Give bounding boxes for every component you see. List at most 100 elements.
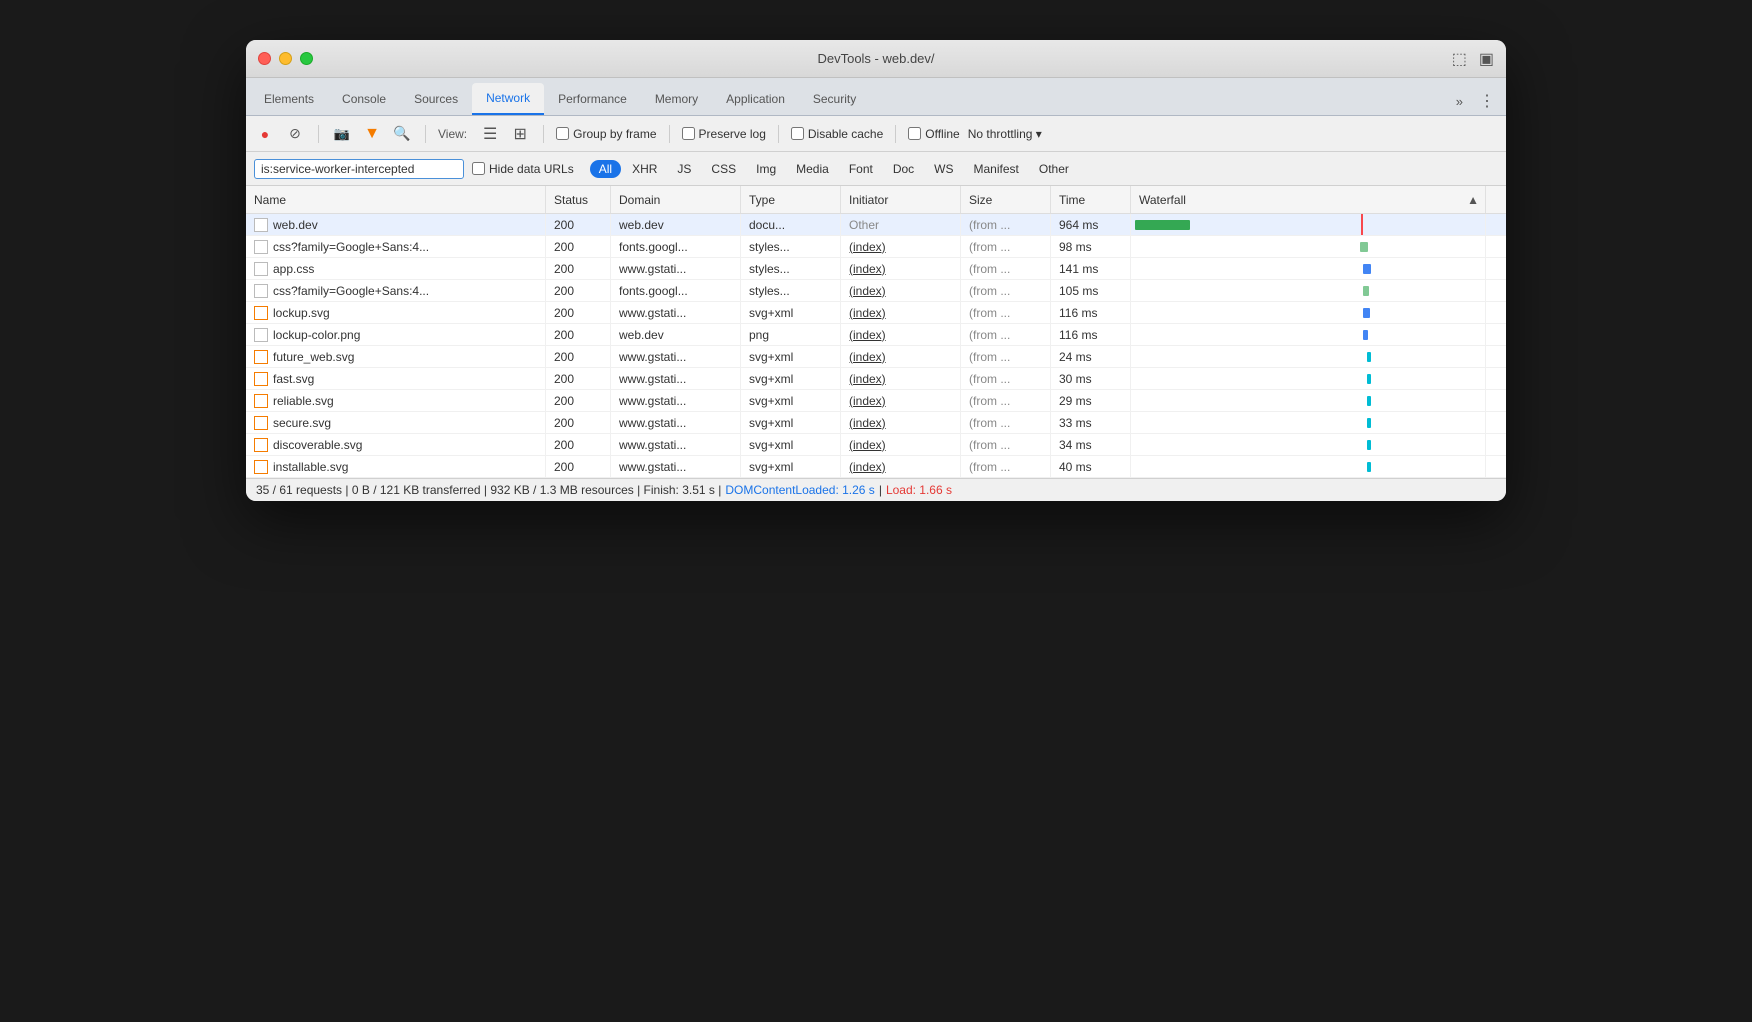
preserve-log-group: Preserve log (682, 127, 766, 141)
type-manifest[interactable]: Manifest (965, 160, 1028, 178)
td-waterfall (1131, 236, 1486, 257)
tab-elements[interactable]: Elements (250, 83, 328, 115)
td-domain: www.gstati... (611, 390, 741, 411)
td-initiator: (index) (841, 302, 961, 323)
separator-1 (318, 125, 319, 143)
th-type[interactable]: Type (741, 186, 841, 213)
tab-sources[interactable]: Sources (400, 83, 472, 115)
th-initiator[interactable]: Initiator (841, 186, 961, 213)
type-all[interactable]: All (590, 160, 621, 178)
tab-application[interactable]: Application (712, 83, 799, 115)
grid-view-button[interactable]: ⊞ (509, 123, 531, 145)
td-name: lockup.svg (246, 302, 546, 323)
th-status[interactable]: Status (546, 186, 611, 213)
menu-button[interactable]: ⋮ (1473, 87, 1502, 115)
devtools-inspect-icon[interactable]: ⬚ (1452, 49, 1467, 69)
td-status: 200 (546, 258, 611, 279)
separator-3 (543, 125, 544, 143)
table-row[interactable]: installable.svg 200 www.gstati... svg+xm… (246, 456, 1506, 478)
network-table: Name Status Domain Type Initiator Size T… (246, 186, 1506, 478)
list-view-button[interactable]: ☰ (479, 123, 501, 145)
stop-button[interactable]: ⊘ (284, 123, 306, 145)
table-row[interactable]: lockup-color.png 200 web.dev png (index)… (246, 324, 1506, 346)
th-time[interactable]: Time (1051, 186, 1131, 213)
search-button[interactable]: 🔍 (391, 123, 413, 145)
hide-data-urls-checkbox[interactable] (472, 162, 485, 175)
minimize-button[interactable] (279, 52, 292, 65)
offline-label: Offline (925, 127, 959, 141)
offline-checkbox[interactable] (908, 127, 921, 140)
tab-console[interactable]: Console (328, 83, 400, 115)
file-icon (254, 460, 268, 474)
tabs-bar: Elements Console Sources Network Perform… (246, 78, 1506, 116)
type-img[interactable]: Img (747, 160, 785, 178)
type-js[interactable]: JS (668, 160, 700, 178)
tab-security[interactable]: Security (799, 83, 870, 115)
preserve-log-checkbox[interactable] (682, 127, 695, 140)
tab-performance[interactable]: Performance (544, 83, 641, 115)
group-by-frame-checkbox[interactable] (556, 127, 569, 140)
camera-button[interactable]: 📷 (331, 123, 353, 145)
td-domain: www.gstati... (611, 346, 741, 367)
td-time: 116 ms (1051, 302, 1131, 323)
td-time: 30 ms (1051, 368, 1131, 389)
td-type: styles... (741, 280, 841, 301)
td-time: 40 ms (1051, 456, 1131, 477)
table-row[interactable]: app.css 200 www.gstati... styles... (ind… (246, 258, 1506, 280)
th-name[interactable]: Name (246, 186, 546, 213)
td-size: (from ... (961, 236, 1051, 257)
more-tabs-button[interactable]: » (1450, 90, 1469, 113)
type-css[interactable]: CSS (702, 160, 745, 178)
table-row[interactable]: web.dev 200 web.dev docu... Other (from … (246, 214, 1506, 236)
titlebar: DevTools - web.dev/ ⬚ ▣ (246, 40, 1506, 78)
filter-row: Hide data URLs All XHR JS CSS Img Media … (246, 152, 1506, 186)
record-button[interactable]: ● (254, 123, 276, 145)
file-icon (254, 328, 268, 342)
maximize-button[interactable] (300, 52, 313, 65)
table-row[interactable]: css?family=Google+Sans:4... 200 fonts.go… (246, 280, 1506, 302)
td-domain: www.gstati... (611, 456, 741, 477)
type-ws[interactable]: WS (925, 160, 962, 178)
type-doc[interactable]: Doc (884, 160, 923, 178)
td-size: (from ... (961, 280, 1051, 301)
th-waterfall[interactable]: Waterfall ▲ (1131, 186, 1486, 213)
td-size: (from ... (961, 214, 1051, 235)
status-requests: 35 / 61 requests | 0 B / 121 KB transfer… (256, 483, 721, 497)
filter-button[interactable]: ▼ (361, 123, 383, 145)
td-size: (from ... (961, 368, 1051, 389)
table-row[interactable]: discoverable.svg 200 www.gstati... svg+x… (246, 434, 1506, 456)
td-type: svg+xml (741, 346, 841, 367)
type-font[interactable]: Font (840, 160, 882, 178)
td-status: 200 (546, 346, 611, 367)
type-other[interactable]: Other (1030, 160, 1078, 178)
devtools-dock-icon[interactable]: ▣ (1479, 49, 1494, 69)
table-row[interactable]: fast.svg 200 www.gstati... svg+xml (inde… (246, 368, 1506, 390)
file-icon (254, 438, 268, 452)
close-button[interactable] (258, 52, 271, 65)
tab-memory[interactable]: Memory (641, 83, 712, 115)
filter-input[interactable] (254, 159, 464, 179)
table-row[interactable]: secure.svg 200 www.gstati... svg+xml (in… (246, 412, 1506, 434)
td-initiator: (index) (841, 346, 961, 367)
th-domain[interactable]: Domain (611, 186, 741, 213)
hide-data-urls-group: Hide data URLs (472, 162, 574, 176)
disable-cache-checkbox[interactable] (791, 127, 804, 140)
tab-network[interactable]: Network (472, 83, 544, 115)
table-row[interactable]: css?family=Google+Sans:4... 200 fonts.go… (246, 236, 1506, 258)
throttle-select[interactable]: No throttling ▾ (968, 127, 1042, 141)
file-icon (254, 394, 268, 408)
td-status: 200 (546, 280, 611, 301)
table-row[interactable]: future_web.svg 200 www.gstati... svg+xml… (246, 346, 1506, 368)
table-row[interactable]: lockup.svg 200 www.gstati... svg+xml (in… (246, 302, 1506, 324)
th-size[interactable]: Size (961, 186, 1051, 213)
type-media[interactable]: Media (787, 160, 838, 178)
td-initiator: (index) (841, 324, 961, 345)
td-domain: www.gstati... (611, 434, 741, 455)
td-time: 24 ms (1051, 346, 1131, 367)
type-xhr[interactable]: XHR (623, 160, 666, 178)
td-waterfall (1131, 412, 1486, 433)
td-time: 29 ms (1051, 390, 1131, 411)
td-initiator: (index) (841, 412, 961, 433)
disable-cache-group: Disable cache (791, 127, 883, 141)
table-row[interactable]: reliable.svg 200 www.gstati... svg+xml (… (246, 390, 1506, 412)
